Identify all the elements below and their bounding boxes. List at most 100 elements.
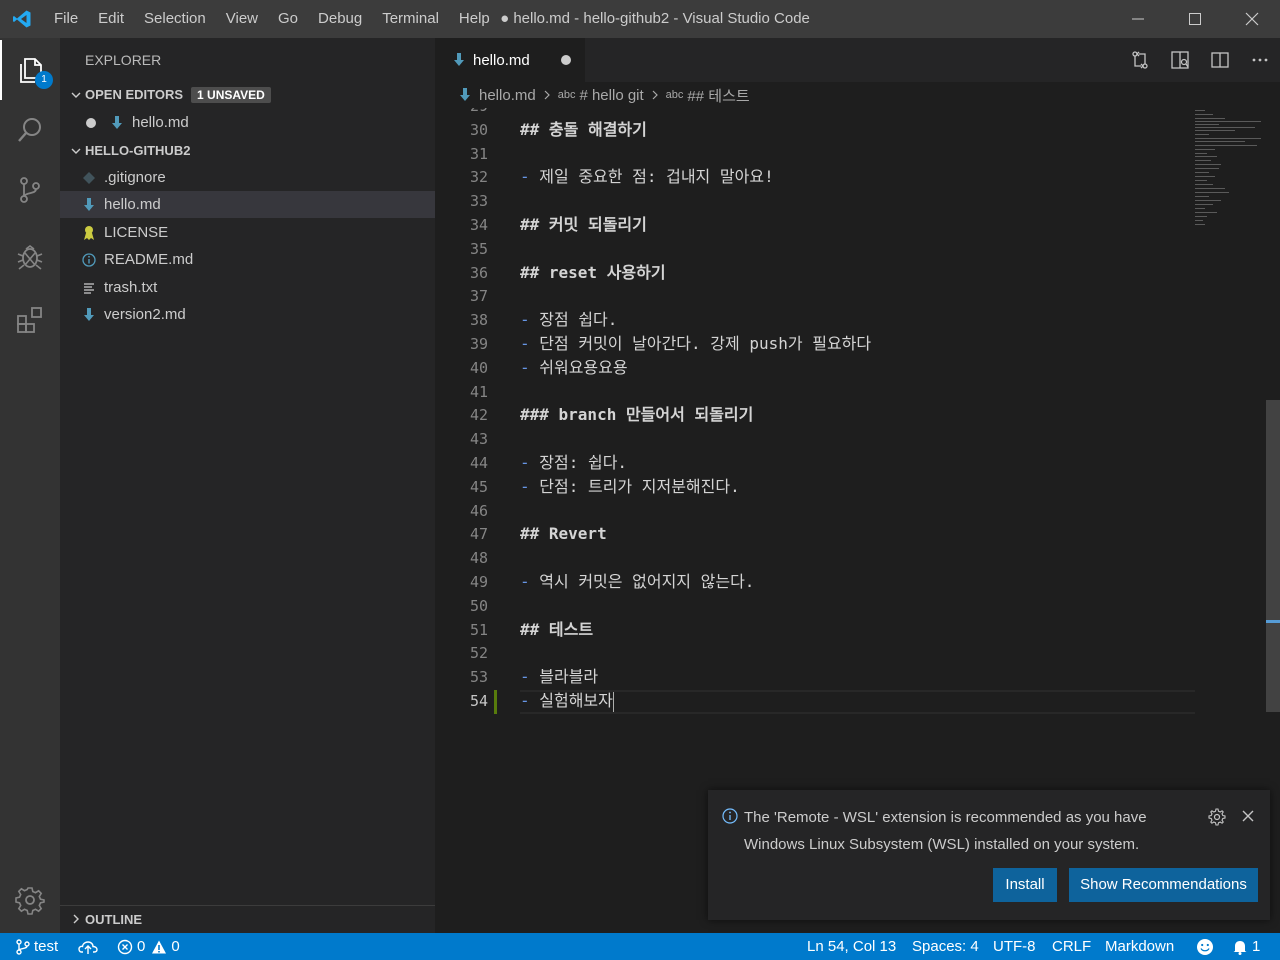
error-icon	[117, 939, 133, 954]
line-text: ## 테스트	[520, 619, 594, 639]
status-cursor-position[interactable]: Ln 54, Col 13	[807, 933, 896, 960]
file-label: version2.md	[104, 306, 186, 323]
editor-actions	[1120, 38, 1280, 82]
string-symbol-icon: abc	[557, 89, 576, 101]
show-recommendations-button[interactable]: Show Recommendations	[1069, 868, 1258, 902]
line-number: 44	[469, 454, 488, 472]
line-text: ## reset 사용하기	[520, 262, 666, 282]
section-folder[interactable]: HELLO-GITHUB2	[60, 137, 435, 164]
split-editor-button[interactable]	[1200, 38, 1240, 82]
code-line: 54 - 실험해보자	[435, 689, 1195, 713]
file-item-license[interactable]: LICENSE	[60, 219, 435, 246]
activity-search[interactable]	[0, 100, 60, 160]
line-number: 35	[469, 239, 488, 258]
line-number: 52	[469, 644, 488, 663]
line-text: ## 충돌 해결하기	[520, 119, 647, 139]
section-outline[interactable]: OUTLINE	[60, 905, 435, 932]
preview-icon	[1171, 51, 1189, 69]
status-notifications[interactable]: 1	[1232, 933, 1260, 960]
menu-go[interactable]: Go	[268, 0, 308, 38]
list-item-text: 쉬워요용요용	[539, 357, 628, 377]
vertical-scrollbar[interactable]	[1266, 400, 1280, 712]
code-line: 35	[435, 237, 1195, 261]
activity-source-control[interactable]	[0, 160, 60, 220]
open-preview-button[interactable]	[1160, 38, 1200, 82]
source-control-icon	[20, 177, 40, 203]
list-bullet: -	[520, 691, 540, 710]
section-label: OPEN EDITORS	[85, 87, 184, 102]
status-indentation[interactable]: Spaces: 4	[912, 933, 979, 960]
line-number: 36	[469, 263, 488, 282]
maximize-button[interactable]	[1166, 0, 1223, 38]
menu-terminal[interactable]: Terminal	[372, 0, 449, 38]
open-changes-button[interactable]	[1120, 38, 1160, 82]
line-number: 39	[469, 335, 488, 353]
file-item-trash-txt[interactable]: trash.txt	[60, 274, 435, 301]
code-line: 44 - 장점: 쉽다.	[435, 451, 1195, 475]
activity-extensions[interactable]	[0, 290, 60, 350]
section-open-editors[interactable]: OPEN EDITORS 1 UNSAVED	[60, 81, 435, 108]
code-line: 50	[435, 594, 1195, 618]
tab-hello-md[interactable]: hello.md	[435, 38, 585, 82]
line-number: 38	[469, 311, 488, 330]
status-problems[interactable]: 0 0	[117, 933, 180, 960]
status-branch[interactable]: test	[16, 933, 58, 960]
more-actions-button[interactable]	[1240, 38, 1280, 82]
file-item-version2-md[interactable]: version2.md	[60, 301, 435, 328]
line-number: 30	[469, 120, 488, 139]
breadcrumb-file-label: hello.md	[479, 86, 536, 104]
breadcrumb-symbol-2[interactable]: abc ## 테스트	[666, 85, 750, 106]
file-item-readme[interactable]: README.md	[60, 246, 435, 273]
menu-selection[interactable]: Selection	[134, 0, 216, 38]
minimize-button[interactable]	[1109, 0, 1166, 38]
line-number: 45	[469, 477, 488, 496]
breadcrumb-symbol-1[interactable]: abc # hello git	[558, 87, 644, 104]
breadcrumb-file[interactable]: hello.md	[459, 87, 536, 104]
status-feedback[interactable]	[1196, 933, 1218, 960]
status-language[interactable]: Markdown	[1105, 933, 1174, 960]
chevron-right-icon	[650, 89, 660, 101]
menu-debug[interactable]: Debug	[308, 0, 372, 38]
line-text: - 실험해보자	[520, 689, 614, 713]
code-line: 45 - 단점: 트리가 지저분해진다.	[435, 475, 1195, 499]
git-icon	[80, 169, 98, 187]
git-branch-icon	[16, 938, 30, 955]
text-cursor	[612, 691, 614, 712]
activity-explorer[interactable]: 1	[0, 40, 60, 100]
file-item-hello-md[interactable]: hello.md	[60, 191, 435, 218]
close-icon	[1242, 810, 1254, 822]
menu-file[interactable]: File	[44, 0, 88, 38]
status-sync[interactable]	[78, 933, 102, 960]
file-item-gitignore[interactable]: .gitignore	[60, 164, 435, 191]
minimap[interactable]	[1195, 108, 1265, 238]
code-line: 29	[435, 108, 1195, 118]
line-number: 46	[469, 501, 488, 520]
status-eol[interactable]: CRLF	[1052, 933, 1091, 960]
notification-close-button[interactable]	[1240, 808, 1256, 827]
code-line: 32 - 제일 중요한 점: 겁내지 말아요!	[435, 165, 1195, 189]
menu-help[interactable]: Help	[449, 0, 500, 38]
file-label: .gitignore	[104, 169, 166, 186]
line-text: - 단점: 트리가 지저분해진다.	[520, 475, 740, 499]
install-button[interactable]: Install	[993, 868, 1057, 902]
line-text: - 장점: 쉽다.	[520, 451, 627, 475]
status-encoding[interactable]: UTF-8	[993, 933, 1036, 960]
menu-edit[interactable]: Edit	[88, 0, 134, 38]
search-icon	[18, 118, 41, 142]
breadcrumb-symbol-label: # hello git	[579, 86, 644, 104]
menu-view[interactable]: View	[216, 0, 268, 38]
code-line: 43	[435, 427, 1195, 451]
open-editor-item[interactable]: hello.md	[60, 109, 435, 136]
file-label: hello.md	[104, 196, 161, 213]
info-icon	[722, 808, 738, 827]
unsaved-dot-icon[interactable]	[561, 55, 571, 65]
activity-manage[interactable]	[0, 870, 60, 930]
compare-changes-icon	[1132, 51, 1148, 69]
line-number: 40	[469, 358, 488, 377]
notification-settings-button[interactable]	[1208, 808, 1226, 829]
status-notification-count: 1	[1252, 938, 1261, 955]
text-file-icon	[80, 279, 98, 297]
activity-debug[interactable]	[0, 226, 60, 286]
close-window-button[interactable]	[1223, 0, 1280, 38]
line-text: ## Revert	[520, 524, 607, 544]
